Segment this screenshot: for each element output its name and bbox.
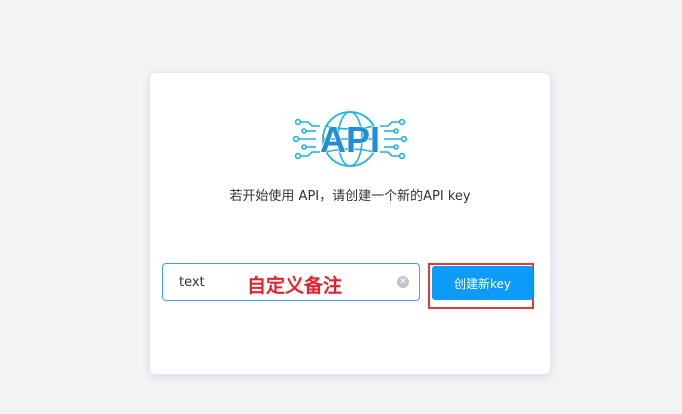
remark-input[interactable] bbox=[163, 264, 393, 300]
subtitle: 若开始使用 API，请创建一个新的API key bbox=[229, 189, 471, 204]
api-logo-text: API bbox=[320, 119, 380, 160]
create-new-key-button[interactable]: 创建新key bbox=[432, 266, 533, 300]
api-key-card: API 若开始使用 API，请创建一个新的API key ✕ 自定义备注 创建新… bbox=[150, 73, 550, 374]
api-logo-icon: API bbox=[292, 111, 408, 167]
remark-input-wrapper: ✕ 自定义备注 bbox=[162, 263, 420, 301]
circle-close-icon[interactable]: ✕ bbox=[397, 276, 409, 288]
